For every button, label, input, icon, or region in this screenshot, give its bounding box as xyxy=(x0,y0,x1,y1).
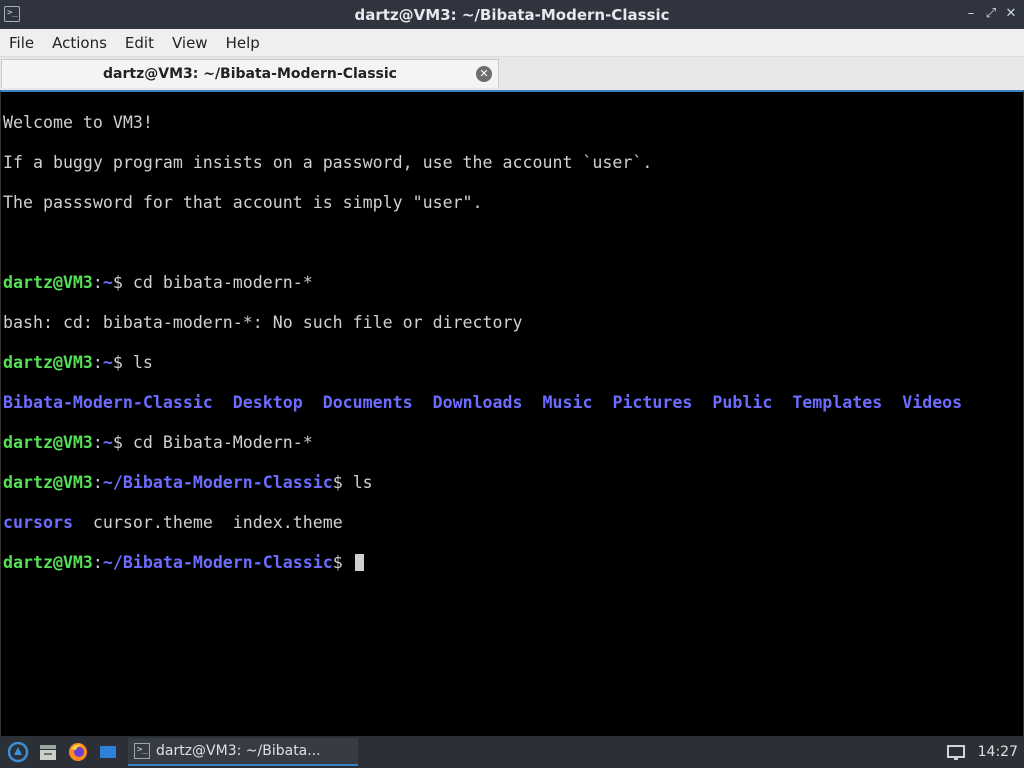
tab-terminal[interactable]: dartz@VM3: ~/Bibata-Modern-Classic ✕ xyxy=(1,59,499,88)
window-titlebar[interactable]: >_ dartz@VM3: ~/Bibata-Modern-Classic – … xyxy=(0,0,1024,29)
command-line: dartz@VM3:~$ cd Bibata-Modern-* xyxy=(3,433,313,452)
minimize-icon[interactable]: – xyxy=(964,5,978,23)
prompt-path: ~/Bibata-Modern-Classic xyxy=(102,553,333,572)
file-manager-icon[interactable] xyxy=(36,740,60,764)
prompt-user: dartz@VM3 xyxy=(3,353,93,372)
menu-file[interactable]: File xyxy=(0,34,43,52)
dir-entry: cursors xyxy=(3,513,73,532)
terminal-output[interactable]: Welcome to VM3! If a buggy program insis… xyxy=(0,90,1024,736)
dir-entry: Bibata-Modern-Classic xyxy=(3,393,213,412)
menu-bar: File Actions Edit View Help xyxy=(0,29,1024,57)
command-text: cd bibata-modern-* xyxy=(132,273,313,292)
dir-entry: Music xyxy=(542,393,593,412)
prompt-user: dartz@VM3 xyxy=(3,473,93,492)
file-entry: index.theme xyxy=(232,513,343,532)
command-line: dartz@VM3:~$ ls xyxy=(3,353,153,372)
command-line: dartz@VM3:~$ cd bibata-modern-* xyxy=(3,273,313,292)
maximize-icon[interactable]: ⤢ xyxy=(984,5,998,23)
prompt-path: ~ xyxy=(102,353,113,372)
tab-close-icon[interactable]: ✕ xyxy=(476,66,492,82)
prompt-path: ~ xyxy=(102,433,113,452)
close-icon[interactable]: ✕ xyxy=(1004,5,1018,23)
start-menu-icon[interactable] xyxy=(6,740,30,764)
command-text: cd Bibata-Modern-* xyxy=(132,433,313,452)
command-line: dartz@VM3:~/Bibata-Modern-Classic$ ls xyxy=(3,473,373,492)
clock[interactable]: 14:27 xyxy=(978,744,1018,760)
command-text: ls xyxy=(352,473,373,492)
motd-line: The passsword for that account is simply… xyxy=(3,193,483,212)
tab-bar: dartz@VM3: ~/Bibata-Modern-Classic ✕ xyxy=(0,57,1024,90)
taskbar-terminal-button[interactable]: >_ dartz@VM3: ~/Bibata... xyxy=(128,738,358,766)
taskbar: >_ dartz@VM3: ~/Bibata... xyxy=(0,736,1024,768)
taskbar-task-label: dartz@VM3: ~/Bibata... xyxy=(156,743,321,759)
system-tray: 14:27 xyxy=(938,736,1024,768)
text-cursor xyxy=(354,554,364,571)
firefox-icon[interactable] xyxy=(66,740,90,764)
menu-edit[interactable]: Edit xyxy=(116,34,163,52)
motd-line: If a buggy program insists on a password… xyxy=(3,153,653,172)
terminal-app-icon: >_ xyxy=(4,6,20,22)
dir-entry: Pictures xyxy=(612,393,693,412)
file-entry: cursor.theme xyxy=(92,513,213,532)
dir-entry: Documents xyxy=(322,393,413,412)
menu-help[interactable]: Help xyxy=(217,34,269,52)
error-line: bash: cd: bibata-modern-*: No such file … xyxy=(3,313,523,332)
dir-entry: Templates xyxy=(792,393,883,412)
network-icon[interactable] xyxy=(944,740,968,764)
prompt-path: ~/Bibata-Modern-Classic xyxy=(102,473,333,492)
menu-actions[interactable]: Actions xyxy=(43,34,116,52)
prompt-path: ~ xyxy=(102,273,113,292)
dir-entry: Desktop xyxy=(232,393,303,412)
prompt-user: dartz@VM3 xyxy=(3,433,93,452)
terminal-icon: >_ xyxy=(134,743,150,759)
dir-entry: Videos xyxy=(902,393,963,412)
prompt-user: dartz@VM3 xyxy=(3,273,93,292)
window-controls: – ⤢ ✕ xyxy=(964,5,1018,23)
window-title: dartz@VM3: ~/Bibata-Modern-Classic xyxy=(354,5,670,24)
dir-entry: Downloads xyxy=(432,393,523,412)
command-text: ls xyxy=(132,353,153,372)
ls-output: Bibata-Modern-Classic Desktop Documents … xyxy=(3,393,1023,413)
prompt-user: dartz@VM3 xyxy=(3,553,93,572)
desktop-icon[interactable] xyxy=(96,740,120,764)
menu-view[interactable]: View xyxy=(163,34,217,52)
command-line: dartz@VM3:~/Bibata-Modern-Classic$ xyxy=(3,553,1023,573)
ls-output: cursors cursor.theme index.theme xyxy=(3,513,1023,533)
dir-entry: Public xyxy=(712,393,773,412)
motd-line: Welcome to VM3! xyxy=(3,113,153,132)
tab-label: dartz@VM3: ~/Bibata-Modern-Classic xyxy=(103,66,397,82)
